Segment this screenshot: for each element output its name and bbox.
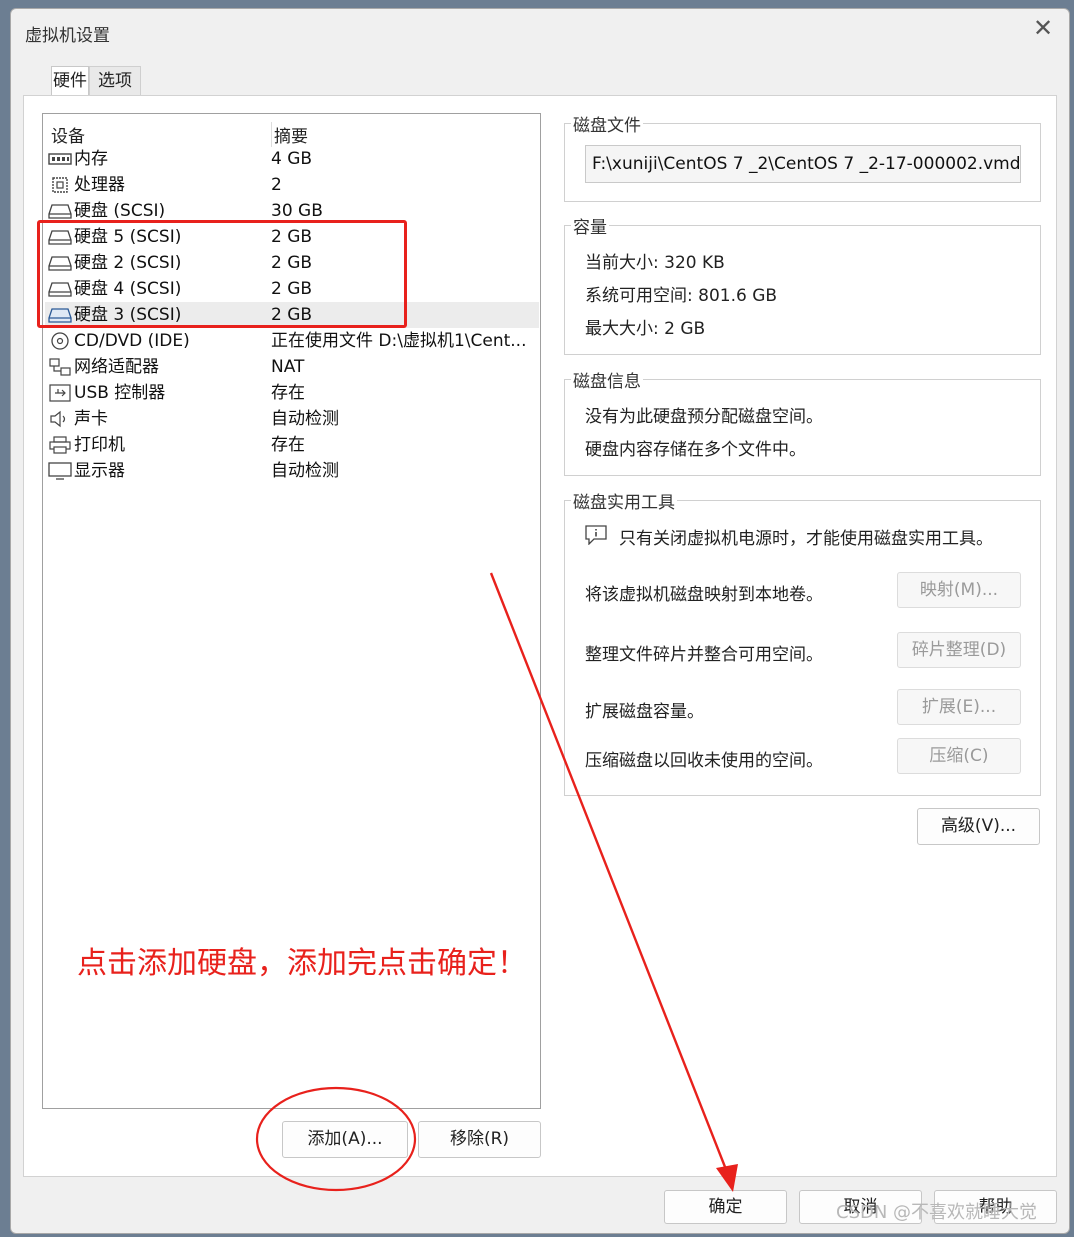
arrow-to-ok-line xyxy=(489,572,729,1173)
annotation-text: 点击添加硬盘，添加完点击确定！ xyxy=(77,946,527,981)
arrow-head xyxy=(716,1164,738,1192)
watermark: CSDN @不喜欢就睡大觉 xyxy=(836,1202,1038,1223)
add-button-circle xyxy=(255,1086,417,1192)
annotation-overlay xyxy=(255,572,738,1192)
